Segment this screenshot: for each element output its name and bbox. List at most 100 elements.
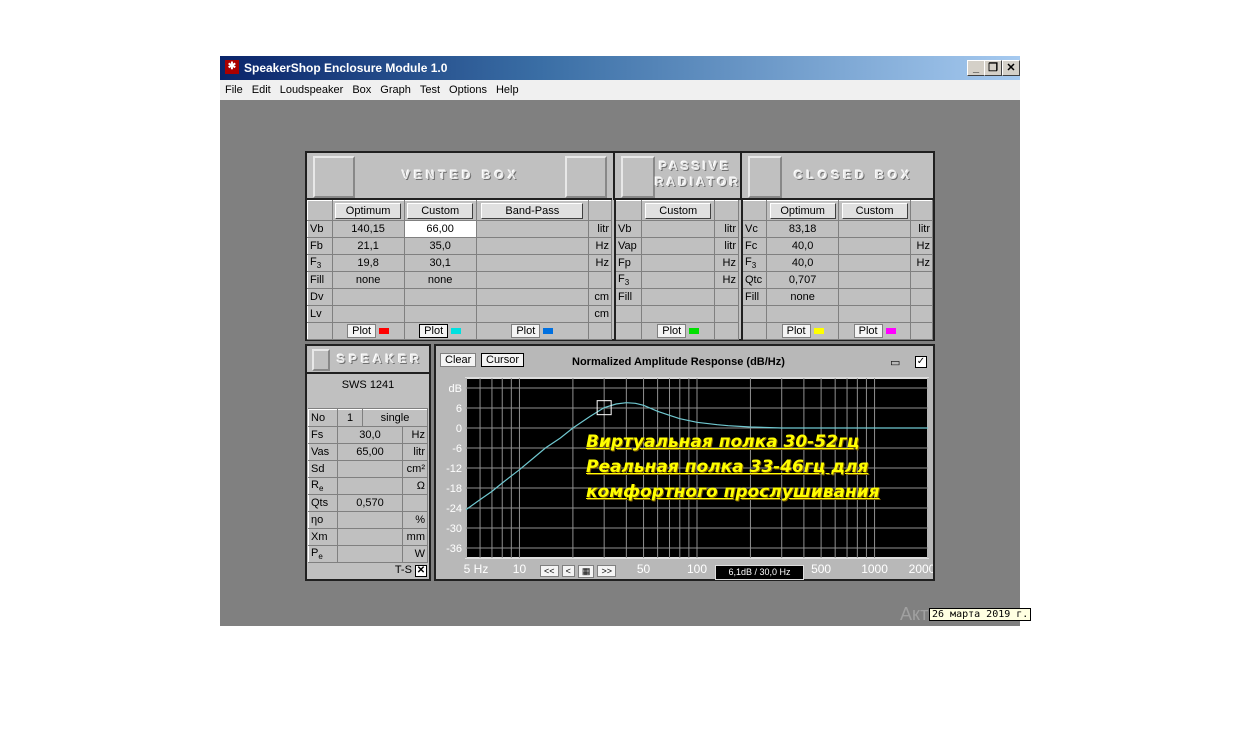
unit: litr: [714, 220, 739, 238]
row-label: Vb: [614, 220, 643, 238]
cell: [910, 200, 933, 221]
color-swatch: [451, 328, 462, 335]
menu-file[interactable]: File: [225, 84, 243, 96]
closed-optimum-value: 40,0: [766, 237, 840, 255]
cell: [587, 322, 613, 340]
unit: cm²: [402, 460, 428, 478]
speaker-value[interactable]: [337, 460, 403, 478]
plot-button[interactable]: Plot: [347, 324, 377, 338]
unit: cm: [587, 305, 613, 323]
restore-button[interactable]: ❐: [984, 60, 1002, 76]
speaker-value[interactable]: 30,0: [337, 426, 403, 444]
closed-custom-value: [838, 254, 912, 272]
passive-table: Custom Vb litr Vap litr Fp Hz F3 Hz Fill Plot: [614, 200, 739, 340]
nav-next-button[interactable]: >>: [597, 565, 616, 577]
menu-bar: File Edit Loudspeaker Box Graph Test Options He…: [220, 80, 1020, 100]
bandpass-button[interactable]: Band-Pass: [481, 202, 584, 219]
speaker-mode[interactable]: single: [362, 409, 428, 427]
minimize-button[interactable]: _: [967, 60, 985, 76]
cursor-button[interactable]: Cursor: [481, 353, 525, 367]
row-label: Xm: [308, 528, 338, 546]
x-tick-label: 500: [811, 562, 831, 576]
vented-custom-button[interactable]: Custom: [407, 202, 474, 219]
menu-edit[interactable]: Edit: [252, 84, 271, 96]
vented-optimum-button[interactable]: Optimum: [335, 202, 402, 219]
passive-value: [641, 288, 716, 306]
row-label: Fill: [307, 271, 333, 289]
plot-button[interactable]: Plot: [511, 324, 541, 338]
unit: litr: [910, 220, 933, 238]
vented-optimum-value: 140,15: [331, 220, 405, 238]
cell: [614, 200, 643, 221]
menu-box[interactable]: Box: [352, 84, 371, 96]
unit: Hz: [910, 237, 933, 255]
window-title: SpeakerShop Enclosure Module 1.0: [244, 61, 448, 75]
menu-help[interactable]: Help: [496, 84, 519, 96]
menu-graph[interactable]: Graph: [380, 84, 411, 96]
cell: Plot: [766, 322, 840, 340]
row-label: Vb: [307, 220, 333, 238]
speaker-name[interactable]: SWS 1241: [308, 375, 428, 409]
closed-optimum-button[interactable]: Optimum: [769, 202, 836, 219]
closed-optimum-value: 40,0: [766, 254, 840, 272]
speaker-value[interactable]: 0,570: [337, 494, 403, 512]
vented-optimum-value: [331, 305, 405, 323]
row-label: F3: [741, 254, 768, 272]
passive-value: [641, 220, 716, 238]
plot-button[interactable]: Plot: [853, 324, 883, 338]
printer-icon[interactable]: ▭: [890, 356, 900, 369]
row-label: Fill: [614, 288, 643, 306]
unit: W: [402, 545, 428, 563]
annotation-line-1: Виртуальная полка 30-52гц: [586, 432, 860, 452]
ts-toggle[interactable]: T-S ✕: [395, 564, 427, 577]
speaker-value[interactable]: [337, 528, 403, 546]
vented-box-icon: [313, 156, 355, 198]
plot-button[interactable]: Plot: [419, 324, 449, 338]
speaker-value[interactable]: [337, 477, 403, 495]
closed-title: CLOSED BOX: [794, 168, 914, 182]
row-label: Fp: [614, 254, 643, 272]
menu-loudspeaker[interactable]: Loudspeaker: [280, 84, 344, 96]
plot-button[interactable]: Plot: [781, 324, 811, 338]
ts-checkbox[interactable]: ✕: [415, 565, 427, 577]
speaker-value[interactable]: 65,00: [337, 443, 403, 461]
clear-button[interactable]: Clear: [440, 353, 477, 367]
speaker-count[interactable]: 1: [337, 409, 363, 427]
passive-title-1: PASSIVE: [659, 159, 732, 173]
color-swatch: [689, 328, 700, 335]
passive-custom-button[interactable]: Custom: [645, 202, 712, 219]
speaker-value[interactable]: [337, 511, 403, 529]
graph-checkbox[interactable]: ✓: [915, 356, 927, 368]
row-label: Fs: [308, 426, 338, 444]
passive-value: [641, 254, 716, 272]
bandpass-box-icon: [565, 156, 607, 198]
cell: [614, 322, 643, 340]
response-chart[interactable]: dB 6 0 -6 -12 -18 -24 -30 -365 Hz 10 50 100 500 1000 2…: [436, 374, 933, 580]
unit: [910, 271, 933, 289]
closed-custom-value: [838, 271, 912, 289]
vented-custom-value[interactable]: 66,00: [403, 220, 477, 238]
speaker-value[interactable]: [337, 545, 403, 563]
cell: [741, 200, 768, 221]
menu-options[interactable]: Options: [449, 84, 487, 96]
menu-test[interactable]: Test: [420, 84, 440, 96]
cell: [307, 322, 333, 340]
app-icon: ✱: [225, 60, 239, 74]
speaker-header: SPEAKER: [307, 346, 429, 374]
nav-center-button[interactable]: ▦: [577, 565, 595, 578]
unit: [587, 271, 613, 289]
speaker-icon: [312, 349, 330, 371]
nav-prev-button[interactable]: <: [561, 565, 575, 577]
closed-custom-button[interactable]: Custom: [841, 202, 908, 219]
color-swatch: [379, 328, 390, 335]
nav-first-button[interactable]: <<: [540, 565, 559, 577]
x-tick-label: 1000: [861, 562, 888, 576]
cell: [741, 322, 768, 340]
close-button[interactable]: ✕: [1002, 60, 1020, 76]
closed-custom-value: [838, 237, 912, 255]
unit: [714, 305, 739, 323]
plot-button[interactable]: Plot: [657, 324, 687, 338]
cell: [714, 200, 739, 221]
unit: litr: [587, 220, 613, 238]
row-label: F3: [307, 254, 333, 272]
